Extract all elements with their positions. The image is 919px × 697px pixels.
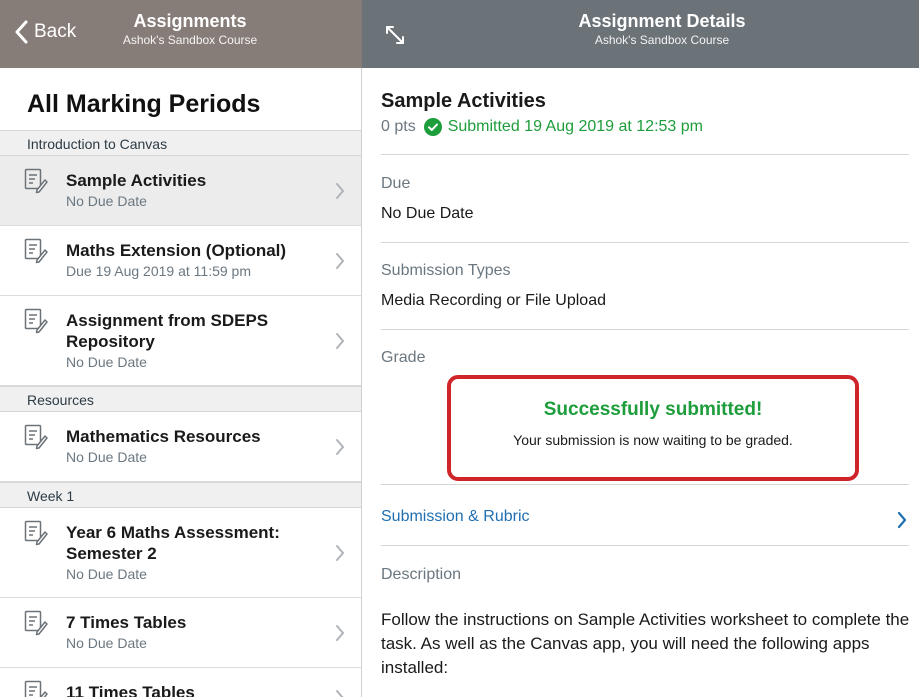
divider: [381, 329, 909, 330]
divider: [381, 242, 909, 243]
divider: [381, 545, 909, 546]
assignment-icon: [24, 168, 48, 194]
divider: [381, 484, 909, 485]
expand-icon[interactable]: [384, 24, 406, 46]
assignment-meta: 0 pts Submitted 19 Aug 2019 at 12:53 pm: [381, 118, 703, 136]
submission-rubric-link[interactable]: Submission & Rubric: [381, 508, 909, 534]
list-item[interactable]: Assignment from SDEPS Repository No Due …: [0, 296, 361, 386]
assignment-icon: [24, 308, 48, 334]
chevron-right-icon: [897, 511, 907, 529]
nav-subtitle: Ashok's Sandbox Course: [122, 33, 258, 47]
assignment-list-pane: All Marking Periods Introduction to Canv…: [0, 68, 362, 697]
nav-title: Assignment Details: [578, 11, 746, 31]
back-label: Back: [34, 21, 77, 42]
assignment-title: Sample Activities: [381, 90, 546, 112]
right-nav-bar: Assignment Details Ashok's Sandbox Cours…: [362, 0, 919, 68]
assignment-icon: [24, 610, 48, 636]
chevron-right-icon: [336, 332, 345, 349]
left-nav-title: Assignments Ashok's Sandbox Course: [110, 10, 270, 48]
chevron-right-icon: [336, 624, 345, 641]
list-item[interactable]: 11 Times Tables: [0, 668, 361, 697]
list-item[interactable]: Sample Activities No Due Date: [0, 156, 361, 226]
assignment-icon: [24, 238, 48, 264]
nav-title: Assignments: [133, 11, 247, 31]
group-header: Introduction to Canvas: [0, 130, 361, 156]
submission-rubric-label: Submission & Rubric: [381, 508, 530, 525]
item-due: Due 19 Aug 2019 at 11:59 pm: [66, 263, 251, 279]
chevron-left-icon: [15, 20, 28, 44]
group-header: Resources: [0, 386, 361, 412]
list-item[interactable]: 7 Times Tables No Due Date: [0, 598, 361, 668]
chevron-right-icon: [336, 252, 345, 269]
due-value: No Due Date: [381, 205, 474, 222]
item-title: Assignment from SDEPS Repository: [66, 310, 269, 351]
chevron-right-icon: [336, 182, 345, 199]
success-message: Your submission is now waiting to be gra…: [513, 432, 793, 448]
item-title: 7 Times Tables: [66, 613, 187, 632]
due-label: Due: [381, 175, 411, 192]
assignment-detail-pane: Sample Activities 0 pts Submitted 19 Aug…: [362, 68, 919, 697]
item-due: No Due Date: [66, 449, 147, 465]
item-title: Sample Activities: [66, 171, 207, 190]
item-due: No Due Date: [66, 353, 147, 370]
item-title: Year 6 Maths Assessment: Semester 2: [66, 522, 280, 563]
assignment-icon: [24, 680, 48, 697]
list-item[interactable]: Maths Extension (Optional) Due 19 Aug 20…: [0, 226, 361, 296]
points: 0 pts: [381, 118, 416, 135]
list-item[interactable]: Mathematics Resources No Due Date: [0, 412, 361, 482]
list-item[interactable]: Year 6 Maths Assessment: Semester 2 No D…: [0, 508, 361, 598]
check-circle-icon: [423, 118, 442, 136]
item-due: No Due Date: [66, 193, 147, 209]
item-due: No Due Date: [66, 565, 147, 582]
description-text: Follow the instructions on Sample Activi…: [381, 610, 910, 677]
assignment-icon: [24, 520, 48, 546]
divider: [381, 154, 909, 155]
group-header: Week 1: [0, 482, 361, 508]
right-nav-title: Assignment Details Ashok's Sandbox Cours…: [492, 10, 832, 48]
chevron-right-icon: [336, 544, 345, 561]
submission-types-label: Submission Types: [381, 262, 511, 279]
left-nav-bar: Back Assignments Ashok's Sandbox Course: [0, 0, 362, 68]
item-title: Maths Extension (Optional): [66, 241, 287, 260]
chevron-right-icon: [336, 689, 344, 697]
back-button[interactable]: Back: [14, 20, 76, 44]
grade-label: Grade: [381, 349, 426, 366]
submitted-status: Submitted 19 Aug 2019 at 12:53 pm: [447, 118, 703, 135]
item-title: Mathematics Resources: [66, 427, 261, 446]
item-title: 11 Times Tables: [66, 683, 195, 697]
list-heading: All Marking Periods: [27, 90, 261, 118]
assignment-icon: [24, 424, 48, 450]
success-panel: Successfully submitted! Your submission …: [447, 375, 859, 481]
success-title: Successfully submitted!: [543, 399, 763, 420]
submission-types-value: Media Recording or File Upload: [381, 292, 606, 309]
description-label: Description: [381, 566, 462, 583]
item-due: No Due Date: [66, 635, 147, 651]
nav-subtitle: Ashok's Sandbox Course: [594, 33, 730, 47]
chevron-right-icon: [336, 438, 345, 455]
